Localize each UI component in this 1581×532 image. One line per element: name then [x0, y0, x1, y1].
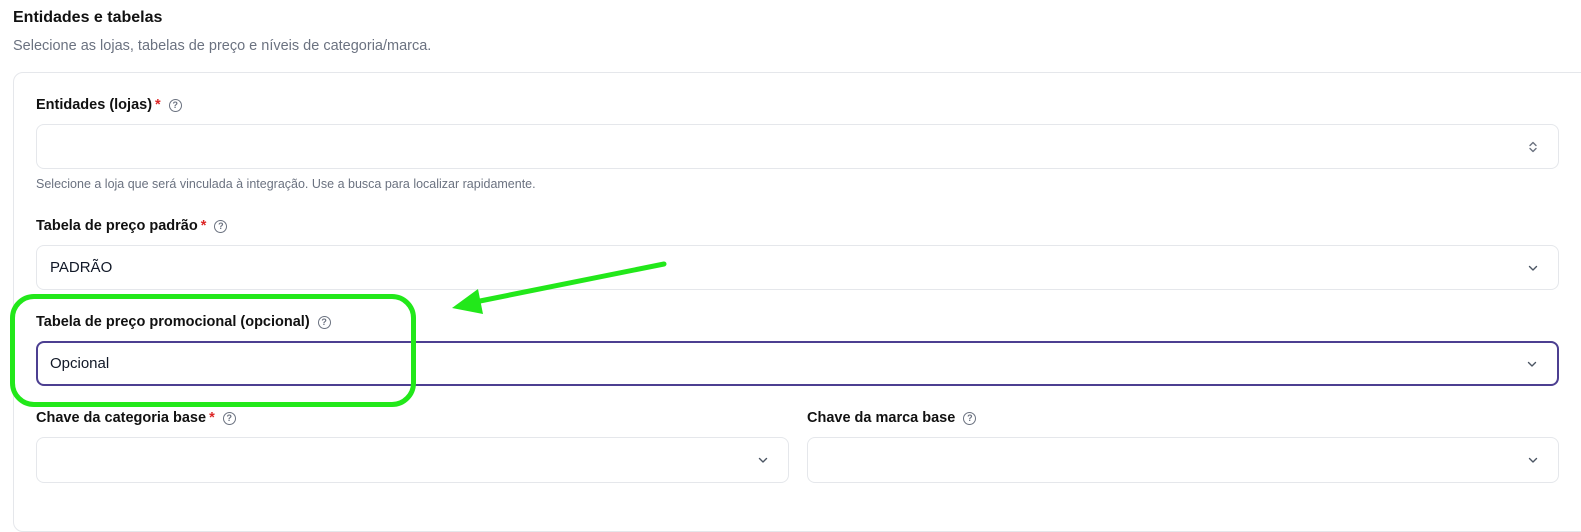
entidades-select[interactable]	[36, 124, 1559, 169]
required-marker: *	[200, 218, 207, 234]
entidades-label-text: Entidades (lojas)	[36, 97, 153, 113]
tabela-padrao-select-value: PADRÃO	[50, 259, 113, 276]
help-icon[interactable]: ?	[963, 411, 977, 425]
help-icon[interactable]: ?	[317, 315, 331, 329]
chave-categoria-label-text: Chave da categoria base	[36, 410, 207, 426]
chevron-down-icon	[1527, 361, 1537, 367]
chevron-up-down-icon	[1529, 141, 1537, 152]
help-icon[interactable]: ?	[222, 411, 236, 425]
chevron-down-icon	[1528, 457, 1538, 463]
help-icon[interactable]: ?	[168, 98, 182, 112]
chave-marca-label: Chave da marca base ?	[807, 410, 977, 426]
tabela-padrao-label-text: Tabela de preço padrão	[36, 218, 198, 234]
section-title: Entidades e tabelas	[13, 9, 163, 26]
entidades-hint: Selecione a loja que será vinculada à in…	[36, 177, 536, 191]
tabela-promocional-select-value: Opcional	[50, 355, 110, 372]
chave-marca-label-text: Chave da marca base	[807, 410, 956, 426]
section-subtitle: Selecione as lojas, tabelas de preço e n…	[13, 38, 432, 54]
required-marker: *	[209, 410, 215, 426]
chevron-down-icon	[758, 457, 768, 463]
entidades-label: Entidades (lojas) * ?	[36, 97, 182, 113]
help-icon[interactable]: ?	[214, 219, 228, 233]
tabela-promocional-label: Tabela de preço promocional (opcional) ?	[36, 314, 331, 330]
tabela-padrao-label: Tabela de preço padrão * ?	[36, 218, 228, 234]
required-marker: *	[155, 97, 161, 113]
chave-marca-select[interactable]	[807, 437, 1559, 483]
tabela-promocional-label-text: Tabela de preço promocional (opcional)	[36, 314, 310, 330]
tabela-promocional-select[interactable]: Opcional	[36, 341, 1559, 386]
chave-categoria-select[interactable]	[36, 437, 789, 483]
chave-categoria-label: Chave da categoria base * ?	[36, 410, 236, 426]
tabela-padrao-select[interactable]: PADRÃO	[36, 245, 1559, 290]
chevron-down-icon	[1528, 265, 1538, 271]
